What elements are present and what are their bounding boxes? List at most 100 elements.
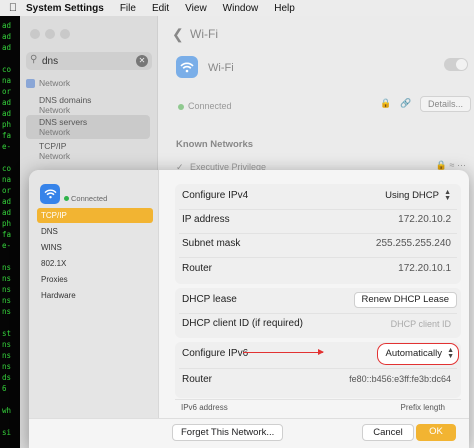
- wifi-icon: [40, 184, 60, 204]
- configure-ipv4-label: Configure IPv4: [182, 190, 249, 201]
- sidebar-item-title: DNS domains: [39, 95, 92, 105]
- sidebar-item-title: DNS servers: [39, 117, 88, 127]
- router-label: Router: [182, 263, 213, 274]
- router-row: Router 172.20.10.1: [179, 258, 457, 282]
- menu-help[interactable]: Help: [274, 3, 295, 14]
- dhcp-client-id-field[interactable]: DHCP client ID: [391, 319, 451, 329]
- sidebar-item-sub: Network: [39, 151, 71, 161]
- wifi-toggle[interactable]: [444, 58, 468, 71]
- tab-hardware[interactable]: Hardware: [37, 288, 153, 303]
- terminal-line: ad: [2, 43, 12, 52]
- configure-ipv6-label: Configure IPv6: [182, 348, 249, 359]
- terminal-line: 6: [2, 384, 7, 393]
- page-title: Wi-Fi: [190, 27, 218, 41]
- background-terminal: ad ad ad co na or ad ad ph fa e-co na or ad ad ph fa e-ns…: [0, 16, 20, 448]
- details-button[interactable]: Details...: [420, 96, 472, 112]
- terminal-line: na: [2, 76, 12, 85]
- prefix-length-header: Prefix length: [400, 403, 445, 412]
- terminal-line: fa: [2, 131, 12, 140]
- terminal-line: ns: [2, 307, 12, 316]
- subnet-mask-value: 255.255.255.240: [375, 238, 451, 249]
- ip-address-row: IP address 172.20.10.2: [179, 209, 457, 233]
- wifi-icon: [176, 56, 198, 78]
- configure-ipv4-value: Using DHCP: [385, 190, 439, 201]
- menu-file[interactable]: File: [120, 3, 136, 14]
- link-icon: 🔗: [400, 98, 412, 108]
- zoom-window-button[interactable]: [60, 29, 70, 39]
- sidebar-item-dns-domains[interactable]: DNS domains Network: [26, 93, 150, 117]
- menu-window[interactable]: Window: [223, 3, 259, 14]
- dhcp-client-id-label: DHCP client ID (if required): [182, 318, 303, 329]
- terminal-line: ad: [2, 32, 12, 41]
- tab-dns[interactable]: DNS: [37, 224, 153, 239]
- ipv6-address-table-header: IPv6 address Prefix length: [175, 399, 461, 413]
- ipv6-router-label: Router: [182, 374, 213, 385]
- settings-search[interactable]: ⚲ ✕: [26, 52, 152, 70]
- connected-dot: [64, 196, 69, 201]
- terminal-line: ns: [2, 263, 12, 272]
- dhcp-lease-row: DHCP lease Renew DHCP Lease: [179, 289, 457, 313]
- subnet-mask-label: Subnet mask: [182, 238, 241, 249]
- minimize-window-button[interactable]: [45, 29, 55, 39]
- tcpip-panel: Configure IPv4 Using DHCP ▲ ▼ IP address …: [159, 170, 469, 448]
- terminal-line: ad: [2, 208, 12, 217]
- details-tab-sidebar: Connected TCP/IP DNS WINS 802.1X Proxies…: [29, 170, 159, 448]
- terminal-line: st: [2, 329, 12, 338]
- search-icon: ⚲: [30, 54, 38, 65]
- cancel-button[interactable]: Cancel: [362, 424, 414, 441]
- ipv6-router-value: fe80::b456:e3ff:fe3b:dc64: [349, 374, 451, 384]
- terminal-line: co: [2, 164, 12, 173]
- terminal-line: ns: [2, 351, 12, 360]
- subnet-mask-row: Subnet mask 255.255.255.240: [179, 233, 457, 257]
- lock-icon: 🔒: [380, 98, 392, 108]
- configure-ipv6-select[interactable]: Automatically ▲ ▼: [376, 343, 459, 365]
- sidebar-item-dns-servers[interactable]: DNS servers Network: [26, 115, 150, 139]
- menu-view[interactable]: View: [185, 3, 207, 14]
- menu-app-name[interactable]: System Settings: [26, 3, 104, 14]
- router-value: 172.20.10.1: [398, 263, 451, 274]
- ip-address-label: IP address: [182, 214, 230, 225]
- terminal-line: ad: [2, 197, 12, 206]
- terminal-line: ns: [2, 296, 12, 305]
- sidebar-category-label: Network: [39, 78, 71, 88]
- terminal-line: ns: [2, 285, 12, 294]
- tab-proxies[interactable]: Proxies: [37, 272, 153, 287]
- dhcp-client-id-row: DHCP client ID (if required) DHCP client…: [179, 313, 457, 337]
- configure-ipv6-row: Configure IPv6 Automatically ▲ ▼: [179, 343, 459, 367]
- tab-8021x[interactable]: 802.1X: [37, 256, 153, 271]
- terminal-line: ds: [2, 373, 12, 382]
- dhcp-lease-label: DHCP lease: [182, 294, 237, 305]
- annotation-arrow: [243, 349, 324, 355]
- back-chevron-icon[interactable]: ❮: [172, 26, 184, 43]
- terminal-line: e-: [2, 142, 12, 151]
- connection-status: Connected: [71, 194, 108, 203]
- ok-button[interactable]: OK: [416, 424, 456, 441]
- configure-ipv6-value: Automatically: [385, 348, 443, 359]
- apple-icon[interactable]: : [0, 2, 26, 14]
- terminal-line: ns: [2, 274, 12, 283]
- wifi-status: Connected: [188, 101, 232, 111]
- renew-dhcp-lease-button[interactable]: Renew DHCP Lease: [353, 292, 457, 308]
- sidebar-category-network[interactable]: Network: [26, 78, 70, 88]
- terminal-line: ph: [2, 219, 12, 228]
- sidebar-item-tcpip[interactable]: TCP/IP Network: [26, 139, 150, 163]
- menu-edit[interactable]: Edit: [152, 3, 169, 14]
- tab-tcpip[interactable]: TCP/IP: [37, 208, 153, 223]
- terminal-line: or: [2, 186, 12, 195]
- close-window-button[interactable]: [30, 29, 40, 39]
- ip-address-value: 172.20.10.2: [398, 214, 451, 225]
- forget-network-button[interactable]: Forget This Network...: [172, 424, 284, 441]
- terminal-line: or: [2, 87, 12, 96]
- tab-wins[interactable]: WINS: [37, 240, 153, 255]
- search-input[interactable]: [42, 54, 134, 68]
- clear-icon[interactable]: ✕: [136, 55, 148, 67]
- terminal-line: ad: [2, 98, 12, 107]
- status-dot: [178, 104, 184, 110]
- terminal-line: e-: [2, 241, 12, 250]
- configure-ipv4-select[interactable]: Using DHCP ▲ ▼: [378, 188, 455, 205]
- popup-chevron-icon: ▲ ▼: [444, 189, 451, 202]
